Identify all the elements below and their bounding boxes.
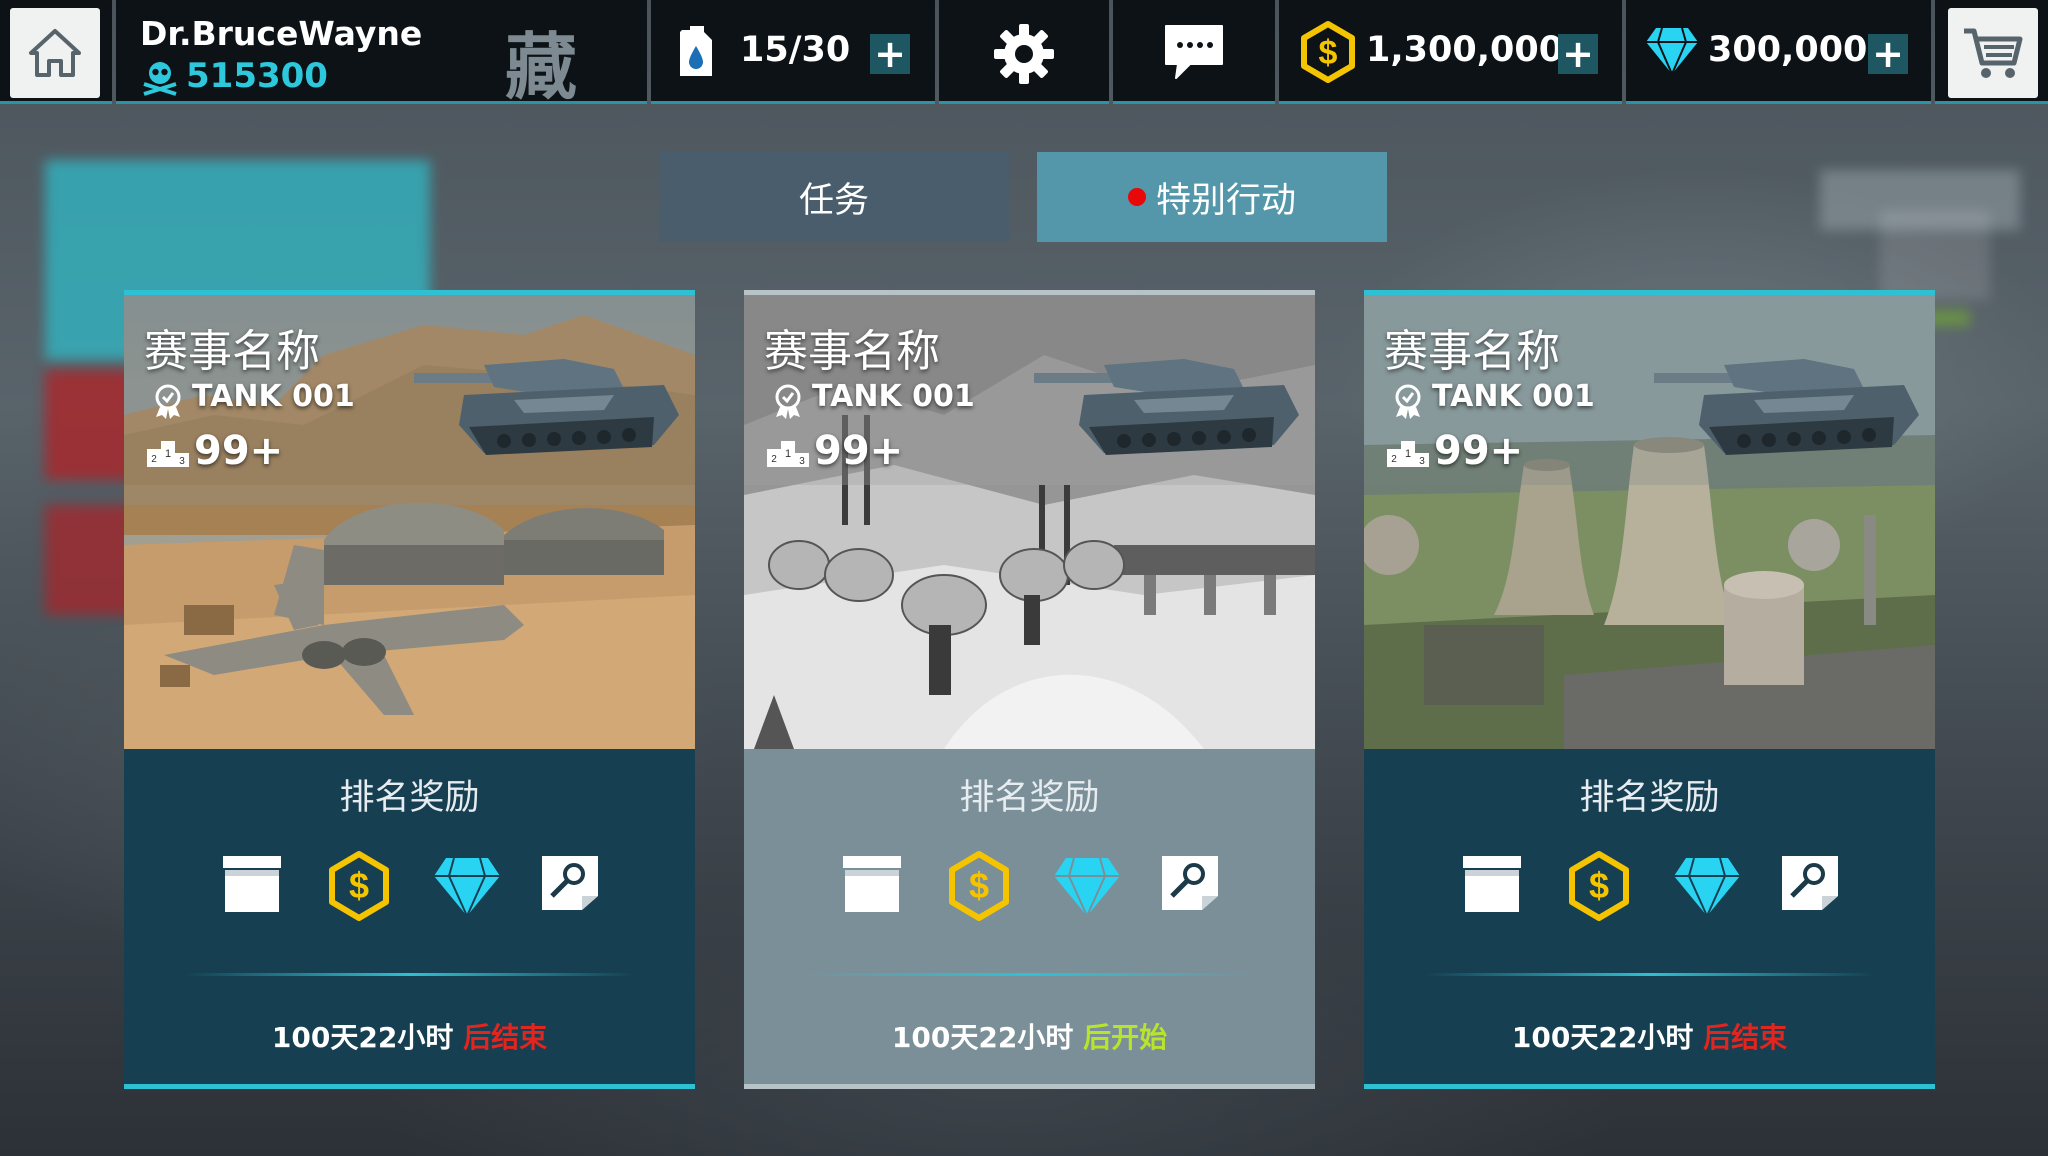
- blueprint-icon: [1782, 856, 1838, 910]
- box-icon: [843, 856, 901, 912]
- reward-icons: $: [1364, 851, 1935, 924]
- event-card[interactable]: 赛事名称 TANK 001 1 2 3 99+ 排名奖励 $ 100天22小时 …: [1364, 290, 1935, 1089]
- event-title: 赛事名称: [1384, 326, 1560, 377]
- tank-icon: [1654, 359, 1919, 455]
- medal-icon: [155, 384, 181, 419]
- fuel-can-icon: [680, 26, 712, 76]
- tank-name: TANK 001: [192, 379, 355, 414]
- coin-icon: $: [1301, 21, 1355, 83]
- shop-cart-button[interactable]: [1948, 8, 2038, 98]
- tab-special-ops-label: 特别行动: [1155, 180, 1296, 221]
- svg-text:3: 3: [799, 456, 805, 467]
- timer-status: 后结束: [463, 1021, 548, 1054]
- svg-text:2: 2: [151, 454, 157, 465]
- tank-name: TANK 001: [812, 379, 975, 414]
- divider: [184, 973, 635, 976]
- cart-icon: [1964, 28, 2023, 78]
- medal-icon: [1395, 384, 1421, 419]
- player-score: 515300: [186, 56, 328, 96]
- diamond-icon: [1646, 27, 1698, 76]
- gems-count: 300,000: [1708, 30, 1868, 70]
- coins-count: 1,300,000: [1366, 30, 1564, 70]
- reward-panel: 排名奖励 $: [124, 749, 695, 1089]
- tank-icon: [414, 359, 679, 455]
- podium-icon: 1 2 3: [147, 441, 189, 467]
- rank-value: 99+: [194, 428, 284, 474]
- event-image-desert: 赛事名称 TANK 001 1 2 3 99+: [124, 295, 695, 749]
- card-bottom-border: [744, 1084, 1315, 1089]
- chat-icon[interactable]: [1160, 20, 1228, 84]
- svg-text:$: $: [1319, 34, 1338, 72]
- divider: [1424, 973, 1875, 976]
- reward-panel: 排名奖励 $: [1364, 749, 1935, 1089]
- event-timer: 100天22小时 后结束: [1364, 1016, 1935, 1056]
- coin-icon: $: [949, 851, 1009, 921]
- home-button[interactable]: [10, 8, 100, 98]
- svg-text:1: 1: [165, 448, 171, 460]
- tab-missions[interactable]: 任务: [659, 152, 1009, 242]
- tank-icon: [1034, 359, 1299, 455]
- event-card[interactable]: 赛事名称 TANK 001 1 2 3 99+ 排名奖励 $ 100天22小时 …: [124, 290, 695, 1089]
- reward-icons: $: [744, 851, 1315, 924]
- svg-text:$: $: [349, 865, 369, 906]
- top-bar: Dr.BruceWayne 515300 藏 15/30 + $ 1,300,0…: [0, 0, 2048, 109]
- reward-label: 排名奖励: [339, 778, 480, 818]
- rank-value: 99+: [1434, 428, 1524, 474]
- svg-text:2: 2: [1391, 454, 1397, 465]
- svg-text:$: $: [969, 865, 989, 906]
- event-timer: 100天22小时 后开始: [744, 1016, 1315, 1056]
- card-bottom-border: [1364, 1084, 1935, 1089]
- box-icon: [1463, 856, 1521, 912]
- notification-dot: [1127, 188, 1146, 206]
- player-name: Dr.BruceWayne: [140, 14, 423, 53]
- reward-label: 排名奖励: [959, 778, 1100, 818]
- event-timer: 100天22小时 后结束: [124, 1016, 695, 1056]
- coin-icon: $: [1569, 851, 1629, 921]
- gear-icon[interactable]: [992, 22, 1056, 86]
- blueprint-icon: [1162, 856, 1218, 910]
- svg-text:1: 1: [785, 448, 791, 460]
- collection-label[interactable]: 藏: [505, 8, 577, 113]
- blueprint-icon: [542, 856, 598, 910]
- event-title: 赛事名称: [144, 326, 320, 377]
- medal-icon: [775, 384, 801, 419]
- diamond-icon: [1054, 857, 1120, 919]
- timer-duration: 100天22小时: [271, 1021, 464, 1054]
- rank-value: 99+: [814, 428, 904, 474]
- event-image-plant: 赛事名称 TANK 001 1 2 3 99+: [1364, 295, 1935, 749]
- svg-text:1: 1: [1405, 448, 1411, 460]
- timer-status: 后结束: [1703, 1021, 1788, 1054]
- timer-duration: 100天22小时: [891, 1021, 1084, 1054]
- diamond-icon: [434, 857, 500, 919]
- tank-name: TANK 001: [1432, 379, 1595, 414]
- box-icon: [223, 856, 281, 912]
- timer-status: 后开始: [1083, 1021, 1168, 1054]
- tab-special-ops[interactable]: 特别行动: [1037, 152, 1387, 242]
- svg-text:2: 2: [771, 454, 777, 465]
- fuel-count: 15/30: [740, 30, 851, 70]
- skull-icon: [143, 62, 177, 96]
- add-coins-button[interactable]: +: [1558, 34, 1598, 74]
- event-image-snow: 赛事名称 TANK 001 1 2 3 99+: [744, 295, 1315, 749]
- reward-label: 排名奖励: [1579, 778, 1720, 818]
- divider: [804, 973, 1255, 976]
- reward-panel: 排名奖励 $: [744, 749, 1315, 1089]
- add-fuel-button[interactable]: +: [870, 34, 910, 74]
- home-icon: [29, 29, 81, 77]
- add-gems-button[interactable]: +: [1868, 34, 1908, 74]
- background-panel: [1880, 210, 1990, 300]
- svg-text:3: 3: [1419, 456, 1425, 467]
- svg-text:$: $: [1589, 865, 1609, 906]
- podium-icon: 1 2 3: [767, 441, 809, 467]
- event-card[interactable]: 赛事名称 TANK 001 1 2 3 99+ 排名奖励 $ 100天22小时 …: [744, 290, 1315, 1089]
- coin-icon: $: [329, 851, 389, 921]
- svg-text:3: 3: [179, 456, 185, 467]
- reward-icons: $: [124, 851, 695, 924]
- event-title: 赛事名称: [764, 326, 940, 377]
- podium-icon: 1 2 3: [1387, 441, 1429, 467]
- card-bottom-border: [124, 1084, 695, 1089]
- timer-duration: 100天22小时: [1511, 1021, 1704, 1054]
- diamond-icon: [1674, 857, 1740, 919]
- tab-missions-label: 任务: [798, 180, 869, 221]
